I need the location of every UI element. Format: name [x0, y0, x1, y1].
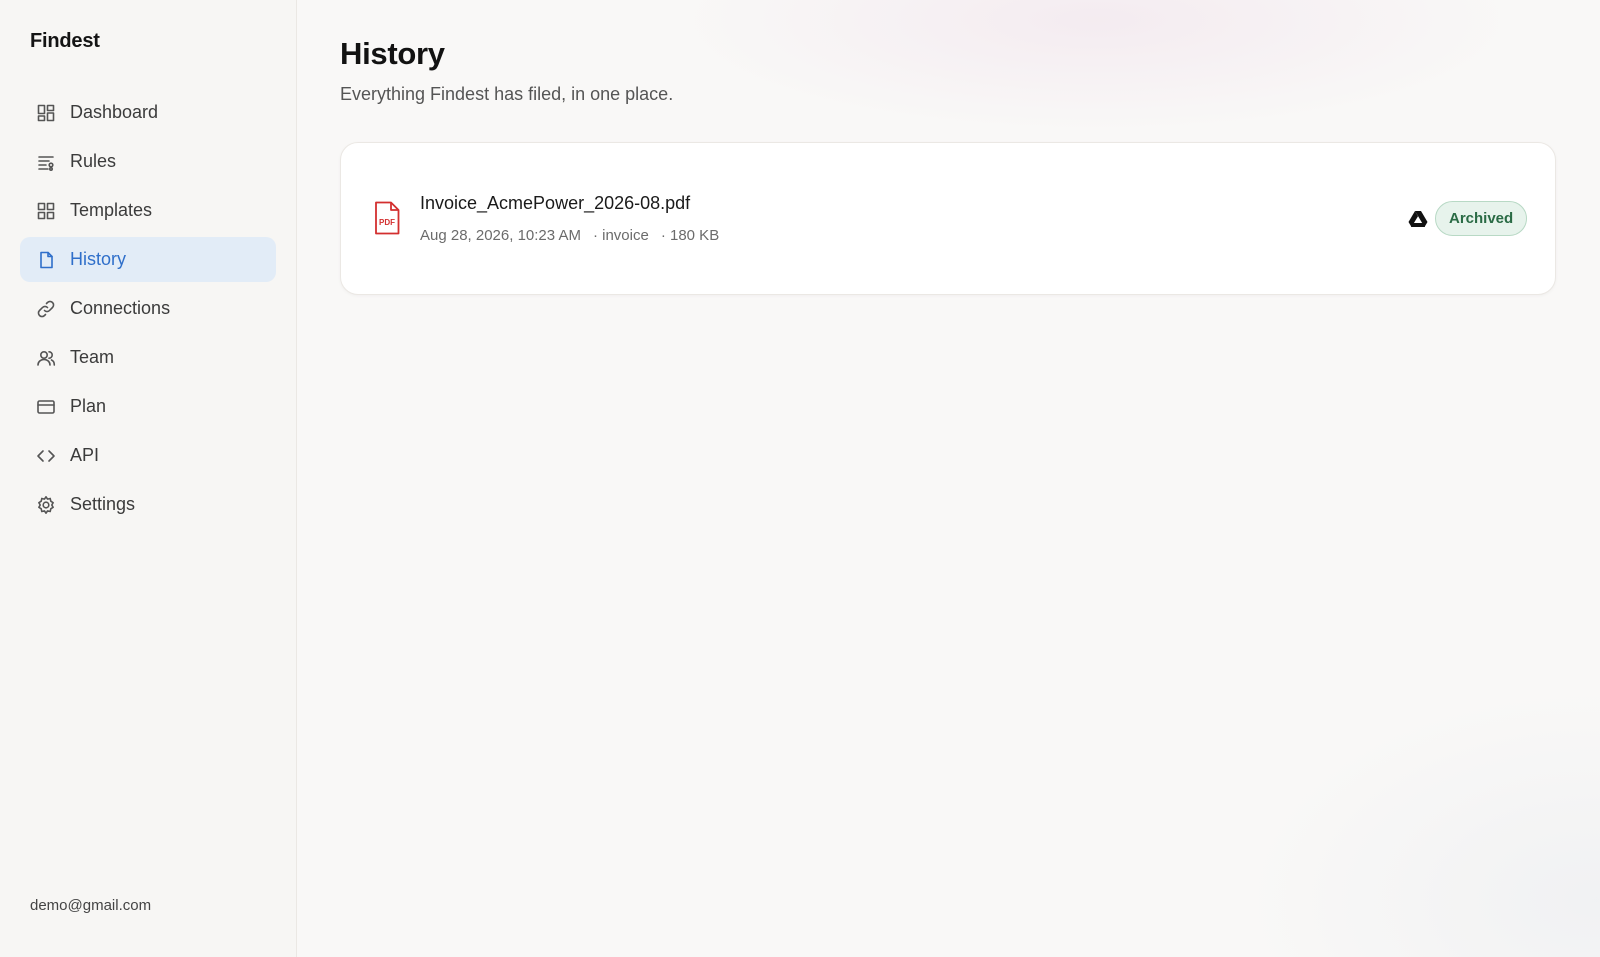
file-size: · 180 KB	[660, 227, 720, 244]
sidebar-item-rules[interactable]: Rules	[20, 139, 276, 184]
sidebar-item-history[interactable]: History	[20, 237, 276, 282]
sidebar-item-label: API	[70, 445, 100, 465]
rules-icon	[36, 152, 56, 172]
link-icon	[36, 299, 56, 319]
sidebar-item-label: Dashboard	[70, 102, 159, 122]
sidebar-item-label: Settings	[70, 494, 136, 514]
sidebar-item-plan[interactable]: Plan	[20, 384, 276, 429]
sidebar-item-settings[interactable]: Settings	[20, 482, 276, 527]
sidebar-item-team[interactable]: Team	[20, 335, 276, 380]
sidebar-item-dashboard[interactable]: Dashboard	[20, 90, 276, 135]
app-window: Findest Dashboard Rules Templates Histor…	[0, 0, 1600, 957]
google-drive-icon	[1408, 210, 1428, 228]
file-type: · invoice	[592, 227, 649, 244]
sidebar-item-api[interactable]: API	[20, 433, 276, 478]
sidebar-item-label: Connections	[70, 298, 171, 318]
sidebar-item-label: History	[70, 249, 127, 269]
users-icon	[36, 348, 56, 368]
dashboard-icon	[36, 103, 56, 123]
sidebar-nav: Dashboard Rules Templates History Connec…	[20, 90, 276, 527]
pdf-icon: PDF	[373, 201, 401, 235]
code-icon	[36, 446, 56, 466]
status-badge: Archived	[1435, 201, 1528, 236]
sidebar: Findest Dashboard Rules Templates Histor…	[0, 0, 297, 957]
sidebar-item-label: Team	[70, 347, 115, 367]
user-email[interactable]: demo@gmail.com	[30, 897, 151, 914]
gear-icon	[36, 495, 56, 515]
file-meta: Aug 28, 2026, 10:23 AM · invoice · 180 K…	[420, 227, 719, 244]
brand-logo[interactable]: Findest	[30, 30, 100, 53]
history-entry[interactable]: PDF Invoice_AcmePower_2026-08.pdf Aug 28…	[341, 143, 1555, 294]
credit-card-icon	[36, 397, 56, 417]
page-title: History	[340, 36, 445, 71]
file-date: Aug 28, 2026, 10:23 AM	[420, 227, 581, 244]
sidebar-item-label: Templates	[70, 200, 153, 220]
history-list: PDF Invoice_AcmePower_2026-08.pdf Aug 28…	[340, 142, 1556, 295]
file-icon	[36, 250, 56, 270]
sidebar-item-label: Rules	[70, 151, 117, 171]
main-content: History Everything Findest has filed, in…	[297, 0, 1600, 957]
sidebar-item-label: Plan	[70, 396, 107, 416]
file-name: Invoice_AcmePower_2026-08.pdf	[420, 193, 691, 213]
sidebar-item-connections[interactable]: Connections	[20, 286, 276, 331]
page-subtitle: Everything Findest has filed, in one pla…	[340, 84, 674, 104]
sidebar-item-templates[interactable]: Templates	[20, 188, 276, 233]
svg-text:PDF: PDF	[379, 218, 395, 227]
templates-icon	[36, 201, 56, 221]
